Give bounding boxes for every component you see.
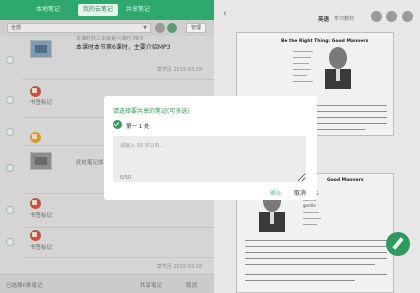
- chevron-down-icon: ▼: [143, 25, 147, 31]
- bookmark-icon: [30, 198, 41, 209]
- note-select-radio[interactable]: [6, 238, 14, 246]
- menu-icon[interactable]: [402, 11, 413, 22]
- filter-bar: 全部 ▼ 管理: [0, 20, 214, 36]
- note-thumbnail: [30, 40, 52, 58]
- sync-icon[interactable]: [155, 23, 165, 33]
- page-heading: Good Manners: [327, 178, 364, 183]
- tab-cloud-notes[interactable]: 我的云笔记: [78, 4, 118, 16]
- note-icon: [30, 132, 41, 143]
- bottom-action-bar: 已选择0条笔记 共享笔记 取消: [0, 274, 214, 293]
- page-heading: Be the Right Thing: Good Manners: [281, 39, 369, 44]
- cancel-button[interactable]: 取消: [294, 188, 306, 197]
- cancel-selection-button[interactable]: 取消: [186, 281, 197, 289]
- selected-note-label: 第一 1 处: [126, 124, 150, 130]
- bookmark-icon: [30, 86, 41, 97]
- note-thumbnail: [30, 152, 52, 170]
- note-meta: 章节页 2019.03.28: [156, 67, 202, 73]
- selected-count: 已选择0条笔记: [6, 283, 43, 289]
- bookmark-icon: [30, 230, 41, 241]
- note-select-radio[interactable]: [6, 128, 14, 136]
- note-text: 书签标记: [30, 213, 53, 219]
- book-toolbar: ‹ 英语 学习教材: [214, 0, 420, 30]
- check-circle-icon[interactable]: [113, 120, 122, 129]
- note-item[interactable]: 书签标记: [0, 228, 214, 258]
- share-notes-button[interactable]: 共享笔记: [140, 281, 162, 289]
- note-text: 本课时本节第6课时，主要介绍MP3: [76, 44, 171, 51]
- tab-shared-notes[interactable]: 共享笔记: [126, 4, 150, 16]
- tab-local-notes[interactable]: 本地笔记: [36, 4, 60, 16]
- note-item[interactable]: 章节页 2019.03.28: [0, 258, 214, 274]
- note-select-radio[interactable]: [6, 56, 14, 64]
- pencil-icon: [392, 237, 404, 250]
- notes-tab-bar: 本地笔记 我的云笔记 共享笔记: [0, 0, 214, 20]
- manage-button[interactable]: 管理: [186, 23, 206, 33]
- filter-select[interactable]: 全部 ▼: [7, 23, 151, 33]
- confirm-button[interactable]: 确认: [270, 188, 282, 197]
- app-logo-subtitle: 学习教材: [334, 16, 355, 22]
- share-notes-dialog: 请选择要共享的笔记(可多选) 第一 1 处 请输入 50 字以内... 0/50…: [104, 96, 317, 200]
- char-counter: 0/50: [120, 175, 132, 181]
- edit-note-button[interactable]: [386, 232, 410, 256]
- note-select-radio[interactable]: [6, 206, 14, 214]
- note-text: 书签标记: [30, 245, 53, 251]
- note-title: 本课时共三年级第六课时.MP3: [76, 36, 144, 42]
- read-icon[interactable]: [386, 11, 397, 22]
- share-icon[interactable]: [167, 23, 177, 33]
- record-icon[interactable]: [371, 11, 382, 22]
- dialog-title: 请选择要共享的笔记(可多选): [113, 108, 190, 115]
- note-item[interactable]: 本课时共三年级第六课时.MP3 本课时本节第6课时，主要介绍MP3 章节页 20…: [0, 36, 214, 80]
- filter-value: 全部: [11, 25, 22, 31]
- note-text: 此处笔记加: [76, 160, 104, 166]
- note-text: 书签标记: [30, 100, 53, 106]
- app-logo: 英语: [318, 17, 330, 23]
- back-arrow-icon[interactable]: ‹: [223, 9, 227, 19]
- vocab-word: gentle: [303, 203, 316, 208]
- note-select-radio[interactable]: [6, 164, 14, 172]
- note-select-radio[interactable]: [6, 96, 14, 104]
- note-meta: 章节页 2019.03.28: [156, 264, 202, 270]
- share-message-placeholder: 请输入 50 字以内...: [120, 143, 165, 149]
- cartoon-illustration: [321, 47, 355, 91]
